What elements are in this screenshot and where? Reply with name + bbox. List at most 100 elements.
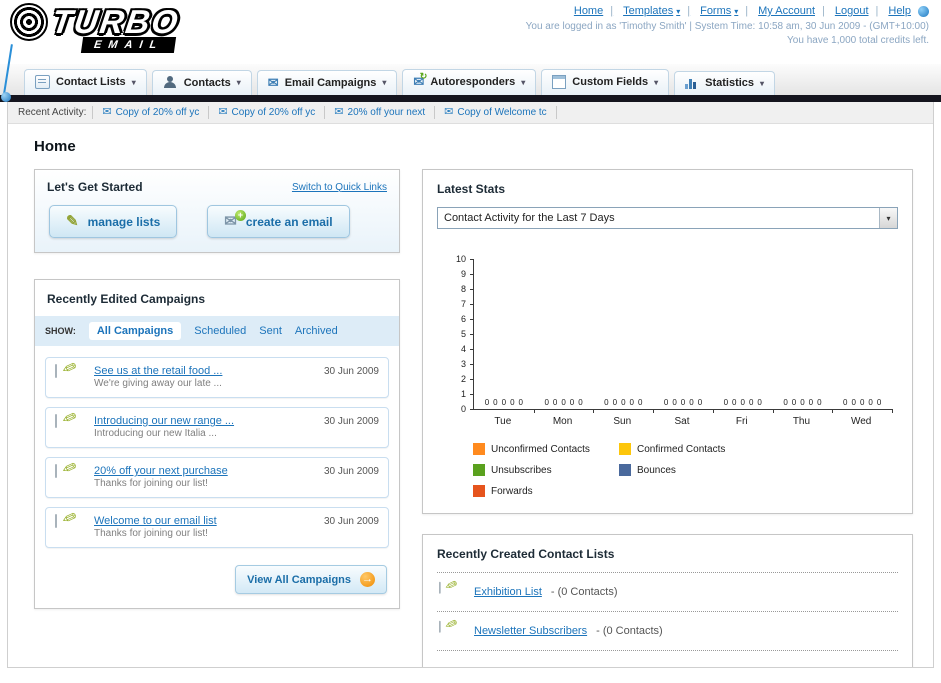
envelope-pencil-icon: ✎: [439, 576, 461, 602]
top-link-home-label: Home: [573, 5, 604, 17]
switch-quick-links-link[interactable]: Switch to Quick Links: [292, 182, 387, 193]
envelope-pencil-icon: ✎: [55, 457, 85, 487]
right-column: Latest Stats Contact Activity for the La…: [422, 169, 913, 667]
campaign-list: ✎ See us at the retail food ... We're gi…: [35, 346, 399, 559]
x-axis-tick: [832, 409, 834, 413]
top-link-logout[interactable]: Logout: [815, 5, 869, 17]
recent-activity-item[interactable]: ✉ Copy of Welcome tc: [434, 106, 557, 119]
legend-swatch-forwards: [473, 485, 485, 497]
top-link-templates-label: Templates: [623, 5, 674, 17]
campaign-list-item: ✎ See us at the retail food ... We're gi…: [45, 357, 389, 398]
campaign-subtitle: We're giving away our late ...: [94, 378, 222, 389]
recent-activity-item-label: Copy of Welcome tc: [457, 107, 547, 118]
x-axis-tick: [653, 409, 655, 413]
campaign-title-link[interactable]: Welcome to our email list: [94, 515, 315, 527]
recent-activity-item[interactable]: ✉ Copy of 20% off yc: [92, 106, 208, 119]
bar-value-label: 0: [843, 398, 848, 407]
legend-item: Confirmed Contacts: [619, 443, 765, 455]
bar-value-label: 0: [544, 398, 549, 407]
contact-list-link[interactable]: Exhibition List: [474, 586, 542, 598]
nav-tab-statistics[interactable]: Statistics ▾: [674, 71, 776, 95]
campaign-date: 30 Jun 2009: [323, 416, 379, 427]
autoresponders-icon: ✉ ↻: [413, 71, 427, 89]
bar-value-label: 0: [518, 398, 523, 407]
y-axis-tick: [470, 274, 474, 275]
bar-value-label: 0: [859, 398, 865, 407]
x-axis-tick: [533, 409, 535, 413]
bar-value-label: 0: [808, 398, 814, 407]
bar-value-label: 0: [561, 398, 566, 407]
recent-activity-item[interactable]: ✉ Copy of 20% off yc: [208, 106, 324, 119]
contact-list-count: - (0 Contacts): [550, 586, 618, 598]
bar-value-label: 0: [493, 398, 498, 407]
campaign-title-link[interactable]: 20% off your next purchase: [94, 465, 315, 477]
manage-lists-button[interactable]: ✎ manage lists: [49, 205, 178, 238]
tab-all-campaigns[interactable]: All Campaigns: [88, 322, 182, 340]
nav-tab-custom-fields[interactable]: Custom Fields ▾: [541, 69, 670, 95]
nav-tab-contacts[interactable]: Contacts ▾: [151, 70, 252, 95]
legend-label: Unconfirmed Contacts: [491, 443, 590, 455]
contact-list-items: ✎ Exhibition List - (0 Contacts) ✎ Newsl…: [437, 572, 898, 651]
bar-value-label: 0: [510, 398, 515, 407]
chevron-down-icon: ▾: [236, 78, 241, 87]
top-link-help[interactable]: Help: [869, 5, 911, 17]
get-started-panel: Let's Get Started Switch to Quick Links …: [34, 169, 400, 253]
tab-archived[interactable]: Archived: [295, 325, 338, 337]
bar-value-label: 0: [621, 398, 626, 407]
help-dot-icon: [918, 5, 929, 17]
bar-value-label: 0: [689, 398, 694, 407]
bar-value-label: 0: [851, 398, 856, 407]
top-link-home[interactable]: Home: [574, 5, 603, 17]
tab-sent[interactable]: Sent: [259, 325, 282, 337]
contact-activity-chart: 00000000000000000000000000000000000 0123…: [437, 254, 898, 497]
top-link-templates[interactable]: Templates▾: [603, 5, 680, 17]
create-email-button[interactable]: ✉ + create an email: [207, 205, 350, 238]
bar-value-label: 0: [757, 398, 762, 407]
bar-value-label: 0: [637, 398, 643, 407]
custom-fields-icon: [552, 75, 567, 89]
x-axis-tick: [712, 409, 714, 413]
y-axis-tick-label: 9: [460, 269, 466, 279]
bar-value-label: 0: [800, 398, 805, 407]
recently-edited-campaigns-panel: Recently Edited Campaigns SHOW: All Camp…: [34, 279, 400, 609]
view-all-campaigns-button[interactable]: View All Campaigns →: [235, 565, 387, 594]
contact-list-link[interactable]: Newsletter Subscribers: [474, 625, 587, 637]
envelope-pencil-icon: ✎: [55, 507, 85, 537]
contact-list-item: ✎ Exhibition List - (0 Contacts): [437, 573, 898, 612]
header-right: Home Templates▾ Forms▾ My Account Logout…: [526, 5, 929, 46]
nav-tab-custom-fields-label: Custom Fields: [572, 76, 649, 88]
view-all-campaigns-label: View All Campaigns: [247, 573, 351, 586]
recent-activity-item[interactable]: ✉ 20% off your next: [324, 106, 434, 119]
plus-icon: +: [234, 210, 246, 221]
nav-tab-contacts-label: Contacts: [183, 76, 231, 89]
tab-scheduled[interactable]: Scheduled: [194, 325, 246, 337]
recent-activity-item-label: Copy of 20% off yc: [115, 107, 200, 118]
envelope-pencil-icon: ✎: [55, 407, 85, 437]
y-axis-tick: [470, 259, 474, 260]
top-link-forms[interactable]: Forms▾: [680, 5, 738, 17]
chart-bar-group: 00000: [593, 398, 653, 409]
nav-tab-statistics-label: Statistics: [705, 77, 755, 89]
nav-tab-autoresponders[interactable]: ✉ ↻ Autoresponders ▾: [402, 69, 537, 95]
y-axis-tick: [470, 334, 474, 335]
y-axis-tick-label: 3: [460, 359, 466, 369]
chevron-down-icon: ▾: [760, 78, 765, 88]
chart-bar-group: 00000: [832, 398, 892, 409]
nav-tab-email-campaigns[interactable]: ✉ Email Campaigns ▾: [256, 70, 398, 95]
x-axis-label: Fri: [735, 416, 748, 427]
y-axis-tick-label: 2: [460, 374, 466, 384]
top-link-my-account[interactable]: My Account: [738, 5, 815, 17]
nav-tab-contact-lists[interactable]: Contact Lists ▾: [24, 69, 147, 95]
chart-bar-group: 00000: [773, 398, 833, 409]
bar-value-label: 0: [868, 398, 873, 407]
campaign-title-link[interactable]: Introducing our new range ...: [94, 415, 315, 427]
contact-list-count: - (0 Contacts): [596, 625, 663, 637]
contact-activity-dropdown[interactable]: Contact Activity for the Last 7 Days ▾: [437, 207, 898, 229]
campaign-title-link[interactable]: See us at the retail food ...: [94, 365, 315, 377]
nav-tab-autoresponders-label: Autoresponders: [430, 76, 516, 88]
manage-lists-button-label: manage lists: [87, 214, 161, 229]
legend-label: Unsubscribes: [491, 464, 552, 476]
page-title: Home: [34, 138, 76, 155]
envelope-icon: ✉: [218, 106, 228, 118]
show-label: SHOW:: [45, 326, 76, 336]
